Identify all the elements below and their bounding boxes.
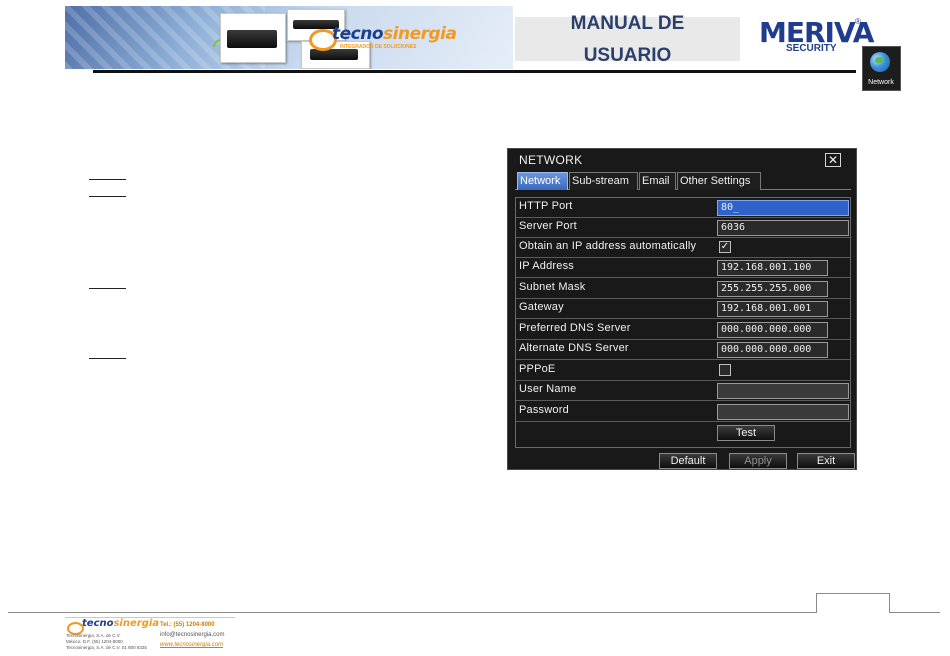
obtain-ip-auto-checkbox[interactable]: ✓	[719, 241, 731, 253]
network-dialog: NETWORK ✕ Network Sub-stream Email Other…	[507, 148, 857, 470]
gateway-input[interactable]: 192.168.001.001	[717, 301, 828, 317]
preferred-dns-label: Preferred DNS Server	[519, 322, 631, 334]
ip-address-input[interactable]: 192.168.001.100	[717, 260, 828, 276]
row-pppoe: PPPoE	[516, 361, 850, 381]
subnet-mask-input[interactable]: 255.255.255.000	[717, 281, 828, 297]
row-gateway: Gateway 192.168.001.001	[516, 299, 850, 319]
row-test: Test	[516, 423, 850, 443]
text-underline-mark	[89, 179, 126, 180]
server-port-input[interactable]: 6036	[717, 220, 849, 236]
tecnosinergia-logo: tecnosinergia	[332, 24, 457, 44]
http-port-input[interactable]: 80_	[717, 200, 849, 216]
row-password: Password	[516, 402, 850, 422]
tab-email[interactable]: Email	[639, 172, 676, 190]
manual-title-line-1: MANUAL DE	[570, 13, 685, 34]
footer-company-line-3: Tecnosinergia, S.A. de C.V. 01 800 8335	[66, 645, 147, 650]
exit-button[interactable]: Exit	[797, 453, 855, 469]
footer-company-line-1: Tecnosinergia, S.A. de C.V.	[66, 633, 121, 638]
manual-title-line-2: USUARIO	[583, 45, 672, 66]
footer-email[interactable]: info@tecnosinergia.com	[160, 632, 224, 638]
close-icon[interactable]: ✕	[825, 153, 841, 167]
globe-icon	[870, 52, 890, 72]
manual-title: MANUAL DE USUARIO	[515, 8, 740, 72]
user-name-label: User Name	[519, 383, 577, 395]
network-settings-form: HTTP Port 80_ Server Port 6036 Obtain an…	[515, 197, 851, 448]
tecnosinergia-tagline: INTEGRADOR DE SOLUCIONES	[340, 44, 417, 50]
ip-address-label: IP Address	[519, 260, 574, 272]
footer-phone: Tel.: (55) 1204-8000	[160, 622, 215, 628]
text-underline-mark	[89, 196, 126, 197]
footer-website-link[interactable]: www.tecnosinergia.com	[160, 642, 223, 648]
user-name-input[interactable]	[717, 383, 849, 399]
meriva-registered-mark: ®	[855, 17, 861, 26]
http-port-label: HTTP Port	[519, 200, 573, 212]
password-input[interactable]	[717, 404, 849, 420]
row-user-name: User Name	[516, 381, 850, 401]
network-icon-label: Network	[868, 79, 894, 86]
dialog-title: NETWORK	[519, 153, 583, 167]
product-image-dvr-1	[220, 13, 286, 63]
row-alternate-dns: Alternate DNS Server 000.000.000.000	[516, 340, 850, 360]
footer-divider-right	[890, 612, 940, 613]
footer-company-line-2: México, D.F. (55) 1204-8000	[66, 639, 123, 644]
tab-network[interactable]: Network	[517, 172, 568, 190]
header-divider	[93, 70, 856, 73]
test-button[interactable]: Test	[717, 425, 775, 441]
subnet-mask-label: Subnet Mask	[519, 281, 586, 293]
row-preferred-dns: Preferred DNS Server 000.000.000.000	[516, 320, 850, 340]
row-http-port: HTTP Port 80_	[516, 198, 850, 218]
text-underline-mark	[89, 358, 126, 359]
preferred-dns-input[interactable]: 000.000.000.000	[717, 322, 828, 338]
apply-button[interactable]: Apply	[729, 453, 787, 469]
tab-sub-stream[interactable]: Sub-stream	[569, 172, 638, 190]
row-ip-address: IP Address 192.168.001.100	[516, 258, 850, 278]
alternate-dns-label: Alternate DNS Server	[519, 342, 629, 354]
alternate-dns-input[interactable]: 000.000.000.000	[717, 342, 828, 358]
pppoe-label: PPPoE	[519, 363, 556, 375]
default-button[interactable]: Default	[659, 453, 717, 469]
footer-logo: tecnosinergia	[82, 618, 160, 629]
page-number-tab	[816, 593, 890, 613]
pppoe-checkbox[interactable]	[719, 364, 731, 376]
text-underline-mark	[89, 288, 126, 289]
row-subnet-mask: Subnet Mask 255.255.255.000	[516, 279, 850, 299]
obtain-ip-auto-label: Obtain an IP address automatically	[519, 240, 697, 252]
gateway-label: Gateway	[519, 301, 564, 313]
row-obtain-ip-auto: Obtain an IP address automatically ✓	[516, 238, 850, 258]
tab-other-settings[interactable]: Other Settings	[677, 172, 761, 190]
password-label: Password	[519, 404, 569, 416]
footer-divider	[8, 612, 816, 613]
row-server-port: Server Port 6036	[516, 218, 850, 238]
header-banner: tecnosinergia INTEGRADOR DE SOLUCIONES	[65, 6, 513, 69]
server-port-label: Server Port	[519, 220, 577, 232]
meriva-security-label: SECURITY	[786, 43, 837, 54]
